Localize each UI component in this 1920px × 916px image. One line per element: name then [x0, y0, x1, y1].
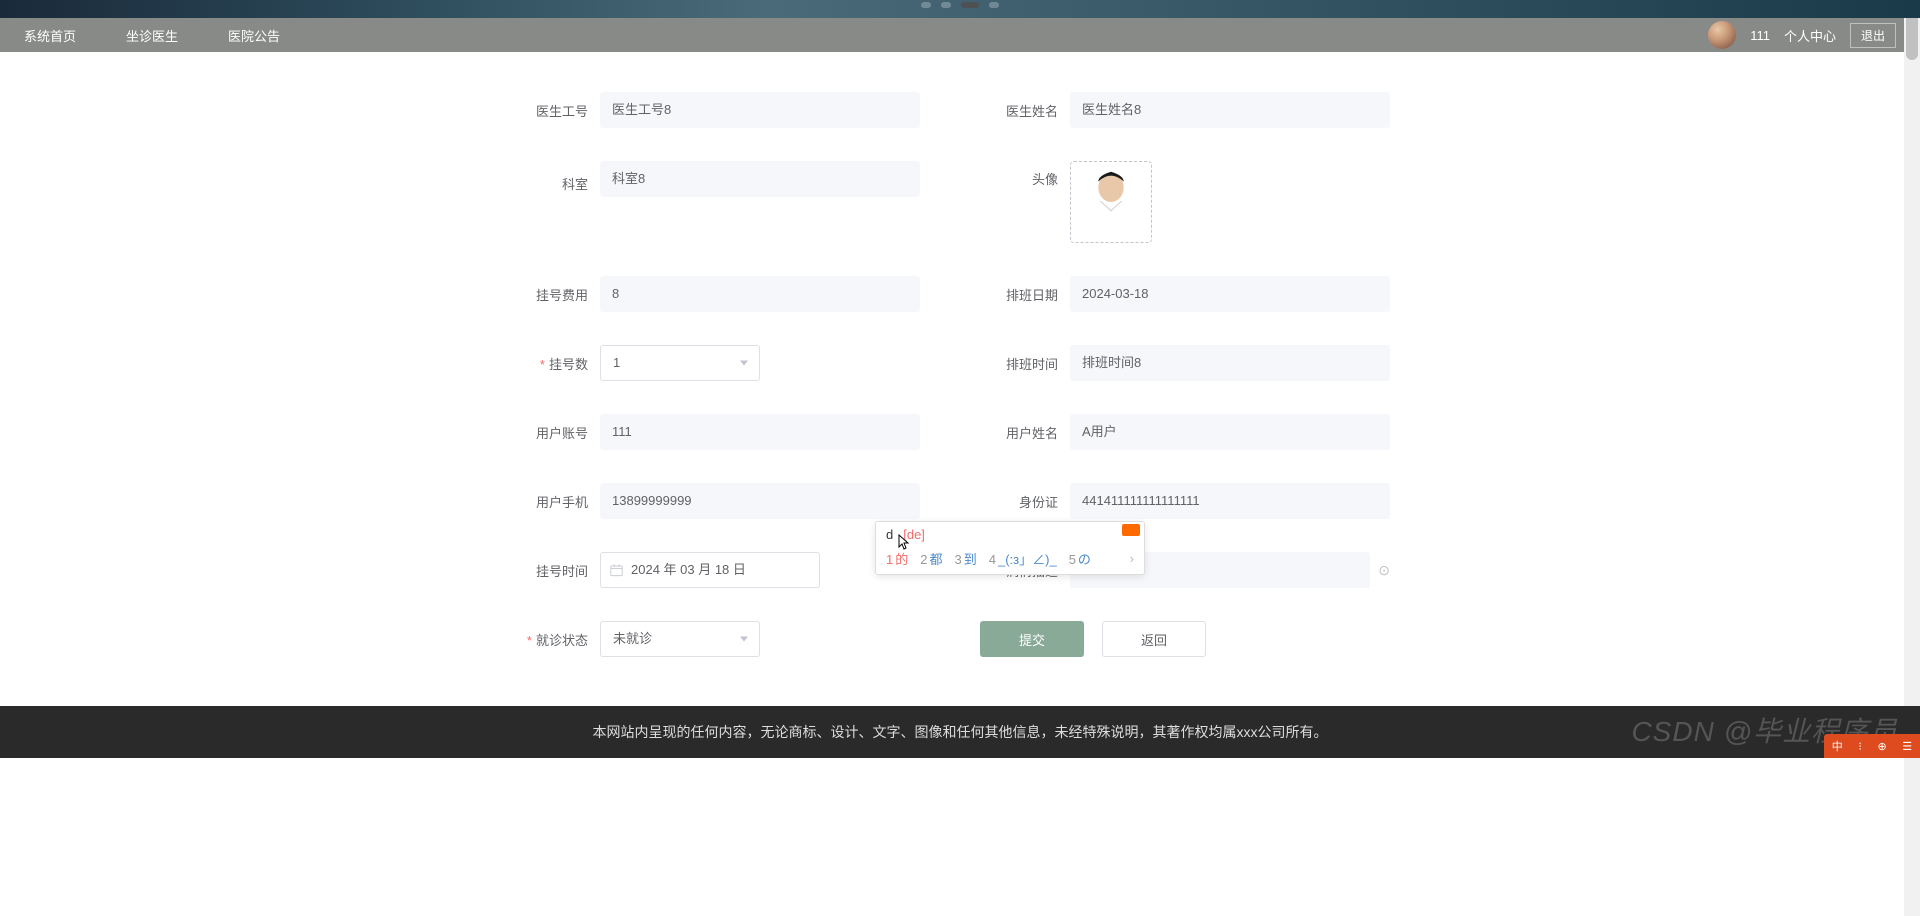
- visit-status-select[interactable]: [600, 621, 760, 657]
- user-account-input[interactable]: [600, 414, 920, 450]
- label-user-account: 用户账号: [510, 423, 600, 442]
- ime-more-icon[interactable]: ›: [1130, 551, 1134, 566]
- visit-status-value[interactable]: [600, 621, 760, 657]
- ime-candidate[interactable]: 2都: [920, 549, 942, 568]
- taskbar-ime-widget[interactable]: 中 ⁝ ⊕ ☰: [1824, 734, 1920, 758]
- label-visit-status: *就诊状态: [510, 630, 600, 649]
- reg-count-select[interactable]: [600, 345, 760, 381]
- ime-lang-icon[interactable]: 中: [1832, 738, 1843, 754]
- schedule-time-input[interactable]: [1070, 345, 1390, 381]
- department-input[interactable]: [600, 161, 920, 197]
- label-id-card: 身份证: [980, 492, 1070, 511]
- logout-button[interactable]: 退出: [1850, 23, 1896, 48]
- nav-user-center[interactable]: 个人中心: [1784, 26, 1836, 45]
- ime-typed: d: [886, 527, 893, 542]
- doctor-id-input[interactable]: [600, 92, 920, 128]
- nav-home[interactable]: 系统首页: [24, 26, 76, 45]
- ime-candidate-popup[interactable]: d [de] 1的 2都 3到 4_(:з」∠)_ 5の ›: [875, 521, 1145, 575]
- label-reg-time: 挂号时间: [510, 561, 600, 580]
- footer-text: 本网站内呈现的任何内容，无论商标、设计、文字、图像和任何其他信息，未经特殊说明，…: [593, 724, 1328, 740]
- footer: 本网站内呈现的任何内容，无论商标、设计、文字、图像和任何其他信息，未经特殊说明，…: [0, 706, 1920, 758]
- ime-logo-icon: [1122, 524, 1140, 536]
- calendar-icon: [610, 564, 623, 577]
- navbar: 系统首页 坐诊医生 医院公告 111 个人中心 退出: [0, 18, 1920, 52]
- label-reg-count: *挂号数: [510, 354, 600, 373]
- doctor-photo: [1071, 162, 1151, 242]
- nav-announce[interactable]: 医院公告: [228, 26, 280, 45]
- label-reg-fee: 挂号费用: [510, 285, 600, 304]
- expand-icon[interactable]: ⊙: [1378, 562, 1390, 579]
- label-schedule-date: 排班日期: [980, 285, 1070, 304]
- ime-menu-icon[interactable]: ⁝: [1858, 740, 1862, 753]
- label-schedule-time: 排班时间: [980, 354, 1070, 373]
- nav-doctors[interactable]: 坐诊医生: [126, 26, 178, 45]
- carousel-dot[interactable]: [941, 2, 951, 8]
- user-name-input[interactable]: [1070, 414, 1390, 450]
- label-doctor-name: 医生姓名: [980, 101, 1070, 120]
- carousel-dot[interactable]: [989, 2, 999, 8]
- reg-count-value[interactable]: [600, 345, 760, 381]
- user-phone-input[interactable]: [600, 483, 920, 519]
- nav-username[interactable]: 111: [1750, 28, 1770, 43]
- carousel-dots[interactable]: [921, 2, 999, 8]
- id-card-input[interactable]: [1070, 483, 1390, 519]
- cursor-icon: [898, 534, 912, 552]
- carousel-dot[interactable]: [921, 2, 931, 8]
- banner-strip: [0, 0, 1920, 18]
- carousel-dot-active[interactable]: [961, 2, 979, 8]
- back-button[interactable]: 返回: [1102, 621, 1206, 657]
- label-user-phone: 用户手机: [510, 492, 600, 511]
- user-avatar[interactable]: [1708, 21, 1736, 49]
- label-avatar: 头像: [980, 161, 1070, 188]
- label-doctor-id: 医生工号: [510, 101, 600, 120]
- label-department: 科室: [510, 166, 600, 193]
- doctor-name-input[interactable]: [1070, 92, 1390, 128]
- schedule-date-input[interactable]: [1070, 276, 1390, 312]
- label-user-name: 用户姓名: [980, 423, 1070, 442]
- ime-tool-icon[interactable]: ⊕: [1877, 740, 1886, 753]
- reg-fee-input[interactable]: [600, 276, 920, 312]
- avatar-upload[interactable]: [1070, 161, 1152, 243]
- reg-time-input[interactable]: [600, 552, 820, 588]
- ime-candidate[interactable]: 4_(:з」∠)_: [989, 549, 1057, 568]
- submit-button[interactable]: 提交: [980, 621, 1084, 657]
- ime-candidate[interactable]: 5の: [1069, 549, 1091, 568]
- ime-settings-icon[interactable]: ☰: [1902, 740, 1912, 753]
- ime-candidate[interactable]: 3到: [955, 549, 977, 568]
